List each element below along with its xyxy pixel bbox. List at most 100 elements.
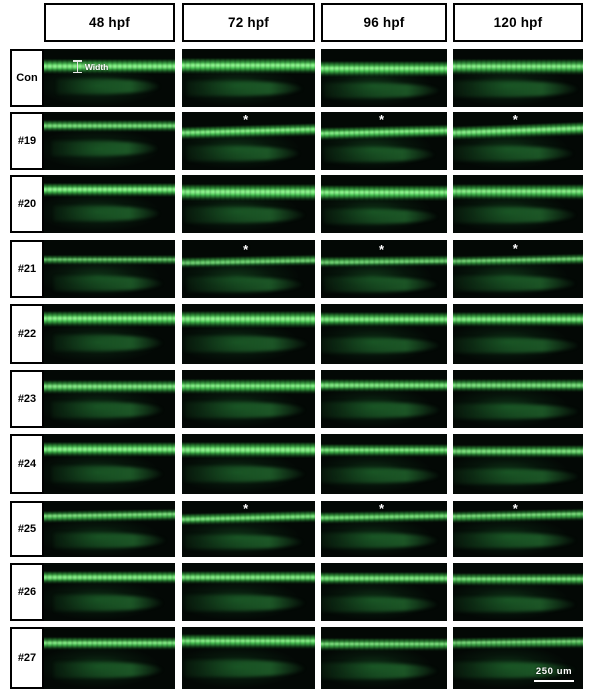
- band-speckle-texture: [321, 185, 447, 201]
- micrograph-panel-r25-c48: [44, 501, 175, 557]
- band-speckle-texture: [321, 443, 447, 458]
- panel-image: [44, 370, 175, 428]
- band-speckle-texture: [453, 312, 583, 328]
- micrograph-panel-r26-c120: [453, 563, 583, 621]
- micrograph-panel-r25-c72: *: [182, 501, 315, 557]
- tail-silhouette: [453, 145, 573, 161]
- band-speckle-texture: [44, 380, 175, 394]
- panel-image: [321, 627, 447, 689]
- micrograph-panel-r23-c120: [453, 370, 583, 428]
- tail-silhouette: [453, 596, 576, 612]
- row-label-text: #24: [17, 458, 37, 470]
- micrograph-panel-r22-c96: [321, 304, 447, 364]
- panel-image: *: [182, 240, 315, 298]
- panel-image: *: [321, 501, 447, 557]
- tail-silhouette: [54, 595, 162, 611]
- micrograph-panel-con-c120: [453, 49, 583, 107]
- row-label-text: #23: [17, 393, 37, 405]
- deformity-asterisk-marker: *: [243, 242, 249, 258]
- micrograph-panel-r27-c72: [182, 627, 315, 689]
- panel-image: [321, 49, 447, 107]
- tail-silhouette: [51, 402, 162, 418]
- panel-image: *: [182, 112, 315, 170]
- tail-silhouette: [321, 402, 440, 418]
- micrograph-panel-r27-c48: [44, 627, 175, 689]
- panel-image: [453, 370, 583, 428]
- row-label-text: #25: [17, 523, 37, 535]
- micrograph-panel-r27-c96: [321, 627, 447, 689]
- column-header-c96: 96 hpf: [321, 3, 447, 42]
- scale-bar-label: 250 um: [535, 665, 573, 677]
- band-speckle-texture: [44, 571, 175, 585]
- panel-image: [44, 304, 175, 364]
- band-speckle-texture: [44, 508, 175, 523]
- band-speckle-texture: [44, 636, 175, 650]
- panel-image: [321, 563, 447, 621]
- band-speckle-texture: [453, 184, 583, 200]
- panel-image: *: [453, 112, 583, 170]
- width-annotation: Width: [72, 60, 109, 74]
- column-header-label: 48 hpf: [89, 15, 130, 30]
- row-label-r21: #21: [10, 240, 44, 298]
- column-header-row: 48 hpf 72 hpf 96 hpf 120 hpf: [0, 3, 595, 44]
- panel-image: [453, 304, 583, 364]
- micrograph-panel-con-c48: Width: [44, 49, 175, 107]
- band-speckle-texture: [321, 638, 447, 652]
- tail-silhouette: [453, 81, 577, 97]
- row-label-r20: #20: [10, 175, 44, 233]
- micrograph-panel-r24-c72: [182, 434, 315, 494]
- panel-image: [321, 370, 447, 428]
- band-speckle-texture: [453, 59, 583, 75]
- tail-silhouette: [323, 208, 437, 224]
- row-label-r22: #22: [10, 304, 44, 364]
- micrograph-panel-r23-c96: [321, 370, 447, 428]
- band-speckle-texture: [321, 60, 447, 78]
- band-speckle-texture: [321, 572, 447, 586]
- micrograph-panel-r21-c72: *: [182, 240, 315, 298]
- micrograph-panel-r19-c48: [44, 112, 175, 170]
- micrograph-panel-r21-c120: *: [453, 240, 583, 298]
- row-label-r25: #25: [10, 501, 44, 557]
- tail-silhouette: [321, 596, 437, 612]
- row-label-text: #26: [17, 586, 37, 598]
- row-label-r24: #24: [10, 434, 44, 494]
- row-label-text: #27: [17, 652, 37, 664]
- tail-silhouette: [453, 403, 578, 419]
- deformity-asterisk-marker: *: [512, 112, 518, 127]
- band-speckle-texture: [44, 255, 175, 265]
- column-header-label: 72 hpf: [228, 15, 269, 30]
- micrograph-panel-r27-c120: 250 um: [453, 627, 583, 689]
- panel-image: [321, 304, 447, 364]
- panel-image: 250 um: [453, 627, 583, 689]
- micrograph-panel-r24-c48: [44, 434, 175, 494]
- deformity-asterisk-marker: *: [378, 501, 385, 516]
- band-speckle-texture: [44, 120, 175, 133]
- panel-image: [182, 175, 315, 233]
- panel-image: [44, 501, 175, 557]
- panel-image: [453, 175, 583, 233]
- row-label-r26: #26: [10, 563, 44, 621]
- micrograph-panel-r20-c48: [44, 175, 175, 233]
- micrograph-panel-r19-c120: *: [453, 112, 583, 170]
- band-speckle-texture: [44, 442, 175, 458]
- deformity-asterisk-marker: *: [243, 112, 249, 127]
- deformity-asterisk-marker: *: [378, 242, 385, 258]
- column-header-c48: 48 hpf: [44, 3, 175, 42]
- band-speckle-texture: [182, 58, 315, 74]
- tail-silhouette: [184, 207, 305, 223]
- row-label-r19: #19: [10, 112, 44, 170]
- figure-canvas: 48 hpf 72 hpf 96 hpf 120 hpf Con #19 #20 #21 #2…: [0, 0, 595, 695]
- row-label-r27: #27: [10, 627, 44, 689]
- row-label-r23: #23: [10, 370, 44, 428]
- width-annotation-label: Width: [84, 61, 109, 72]
- deformity-asterisk-marker: *: [243, 501, 249, 516]
- panel-image: [453, 434, 583, 494]
- tail-silhouette: [453, 207, 576, 223]
- row-label-text: #21: [17, 263, 37, 275]
- micrograph-panel-r24-c96: [321, 434, 447, 494]
- band-speckle-texture: [182, 442, 315, 459]
- panel-image: [182, 434, 315, 494]
- panel-image: [44, 434, 175, 494]
- band-speckle-texture: [182, 379, 315, 394]
- micrograph-panel-r25-c96: *: [321, 501, 447, 557]
